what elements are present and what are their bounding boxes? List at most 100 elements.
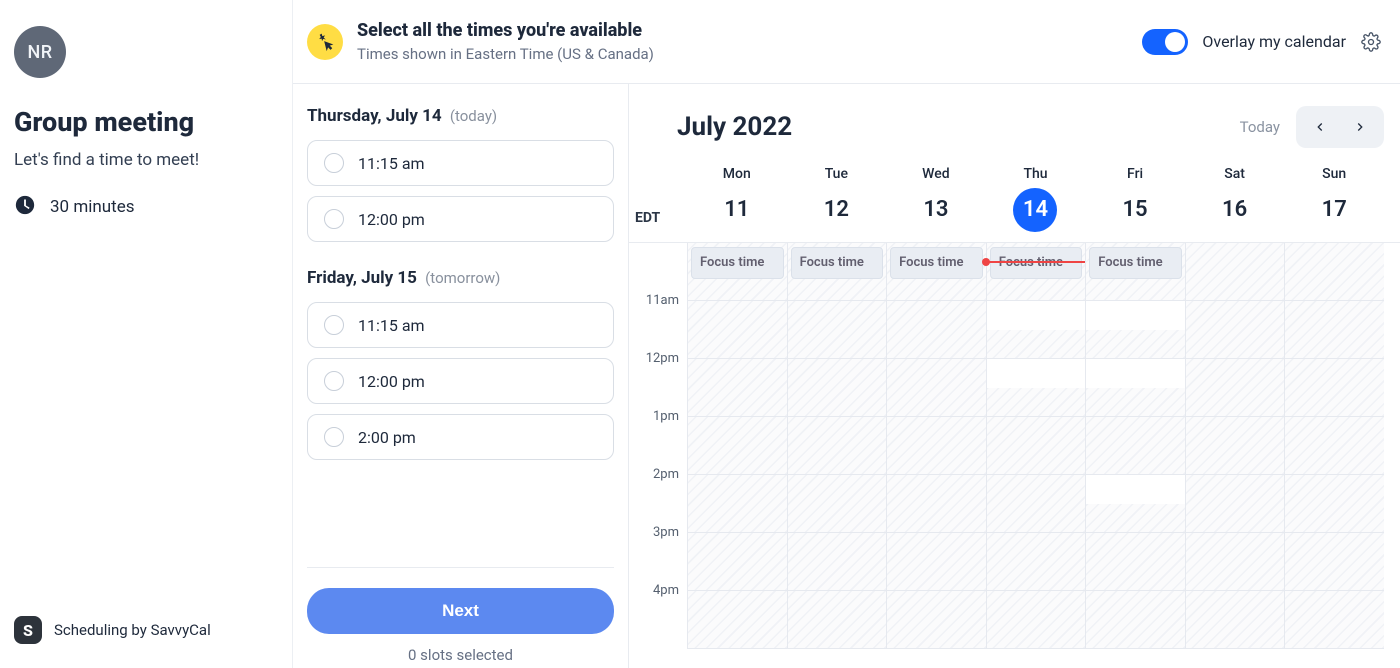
hour-label: 12pm — [629, 351, 687, 409]
calendar-cell[interactable] — [1284, 475, 1384, 533]
slots-count: 0 slots selected — [307, 646, 614, 664]
calendar-cell[interactable] — [1085, 417, 1185, 475]
calendar-cell[interactable] — [1284, 533, 1384, 591]
dow-label: Wed — [886, 166, 986, 182]
time-slot[interactable]: 11:15 am — [307, 140, 614, 186]
day-column-header[interactable]: Sat16 — [1185, 166, 1285, 232]
calendar-cell[interactable] — [1185, 591, 1285, 649]
day-column-header[interactable]: Thu14 — [986, 166, 1086, 232]
day-meta: (tomorrow) — [425, 269, 500, 287]
calendar-cell[interactable] — [787, 475, 887, 533]
calendar-cell[interactable] — [886, 533, 986, 591]
calendar-cell[interactable] — [1284, 359, 1384, 417]
radio-icon — [324, 371, 344, 391]
calendar-cell[interactable] — [687, 591, 787, 649]
calendar-cell[interactable] — [1284, 591, 1384, 649]
day-column-header[interactable]: Fri15 — [1085, 166, 1185, 232]
clock-icon — [14, 194, 36, 220]
focus-time-chip: Focus time — [791, 247, 884, 279]
calendar-cell[interactable] — [687, 533, 787, 591]
next-week-button[interactable] — [1340, 110, 1380, 144]
calendar-cell[interactable] — [787, 533, 887, 591]
calendar-cell[interactable]: Focus time — [886, 243, 986, 301]
calendar-cell[interactable] — [986, 533, 1086, 591]
month-label: July 2022 — [677, 112, 792, 142]
prev-week-button[interactable] — [1300, 110, 1340, 144]
dow-label: Thu — [986, 166, 1086, 182]
time-slot[interactable]: 2:00 pm — [307, 414, 614, 460]
calendar-cell[interactable] — [986, 417, 1086, 475]
calendar-cell[interactable] — [986, 359, 1086, 417]
radio-icon — [324, 153, 344, 173]
radio-icon — [324, 427, 344, 447]
calendar-cell[interactable] — [1284, 243, 1384, 301]
slot-time-label: 11:15 am — [358, 154, 425, 173]
calendar-cell[interactable]: Focus time — [687, 243, 787, 301]
calendar-cell[interactable] — [986, 591, 1086, 649]
calendar-cell[interactable] — [1185, 243, 1285, 301]
calendar-cell[interactable] — [1085, 359, 1185, 417]
calendar-cell[interactable] — [1185, 475, 1285, 533]
calendar: July 2022 Today EDTMon11Tue1 — [629, 84, 1400, 668]
calendar-cell[interactable]: Focus time — [1085, 243, 1185, 301]
calendar-cell[interactable] — [687, 359, 787, 417]
calendar-cell[interactable] — [687, 301, 787, 359]
dom-label: 12 — [814, 188, 858, 232]
meeting-duration: 30 minutes — [14, 194, 275, 220]
calendar-cell[interactable] — [787, 301, 887, 359]
calendar-cell[interactable] — [986, 301, 1086, 359]
calendar-cell[interactable] — [1085, 591, 1185, 649]
calendar-cell[interactable] — [886, 475, 986, 533]
calendar-cell[interactable] — [1085, 301, 1185, 359]
overlay-label: Overlay my calendar — [1202, 32, 1346, 51]
day-column-header[interactable]: Tue12 — [787, 166, 887, 232]
calendar-cell[interactable] — [1284, 417, 1384, 475]
slot-time-label: 11:15 am — [358, 316, 425, 335]
calendar-cell[interactable] — [687, 475, 787, 533]
chevron-left-icon — [1313, 120, 1327, 134]
calendar-cell[interactable]: Focus time — [787, 243, 887, 301]
calendar-cell[interactable]: Focus time — [986, 243, 1086, 301]
calendar-cell[interactable] — [1284, 301, 1384, 359]
calendar-cell[interactable] — [986, 475, 1086, 533]
day-label: Thursday, July 14 — [307, 106, 442, 126]
dom-label: 16 — [1213, 188, 1257, 232]
calendar-cell[interactable] — [687, 417, 787, 475]
settings-button[interactable] — [1360, 31, 1382, 53]
calendar-cell[interactable] — [787, 359, 887, 417]
calendar-cell[interactable] — [1085, 533, 1185, 591]
meeting-title: Group meeting — [14, 106, 275, 138]
calendar-cell[interactable] — [1185, 359, 1285, 417]
dom-label: 17 — [1312, 188, 1356, 232]
focus-time-chip: Focus time — [990, 247, 1083, 279]
calendar-cell[interactable] — [787, 591, 887, 649]
time-slot[interactable]: 12:00 pm — [307, 358, 614, 404]
dow-label: Mon — [687, 166, 787, 182]
footer[interactable]: S Scheduling by SavvyCal — [14, 616, 275, 654]
calendar-cell[interactable] — [886, 591, 986, 649]
time-slot[interactable]: 11:15 am — [307, 302, 614, 348]
slot-time-label: 12:00 pm — [358, 210, 425, 229]
day-column-header[interactable]: Mon11 — [687, 166, 787, 232]
calendar-cell[interactable] — [787, 417, 887, 475]
focus-time-chip: Focus time — [890, 247, 983, 279]
duration-text: 30 minutes — [50, 197, 134, 217]
banner: Select all the times you're available Ti… — [293, 0, 1400, 84]
next-button[interactable]: Next — [307, 588, 614, 634]
day-column-header[interactable]: Sun17 — [1284, 166, 1384, 232]
slot-picker: Thursday, July 14 (today)11:15 am12:00 p… — [293, 84, 629, 668]
tz-label: EDT — [629, 210, 687, 232]
calendar-cell[interactable] — [1185, 301, 1285, 359]
calendar-cell[interactable] — [886, 359, 986, 417]
calendar-cell[interactable] — [886, 301, 986, 359]
dow-label: Fri — [1085, 166, 1185, 182]
day-column-header[interactable]: Wed13 — [886, 166, 986, 232]
overlay-toggle[interactable] — [1142, 29, 1188, 55]
banner-title: Select all the times you're available — [357, 20, 654, 41]
time-slot[interactable]: 12:00 pm — [307, 196, 614, 242]
today-button[interactable]: Today — [1240, 118, 1280, 136]
calendar-cell[interactable] — [1085, 475, 1185, 533]
calendar-cell[interactable] — [886, 417, 986, 475]
calendar-cell[interactable] — [1185, 533, 1285, 591]
calendar-cell[interactable] — [1185, 417, 1285, 475]
